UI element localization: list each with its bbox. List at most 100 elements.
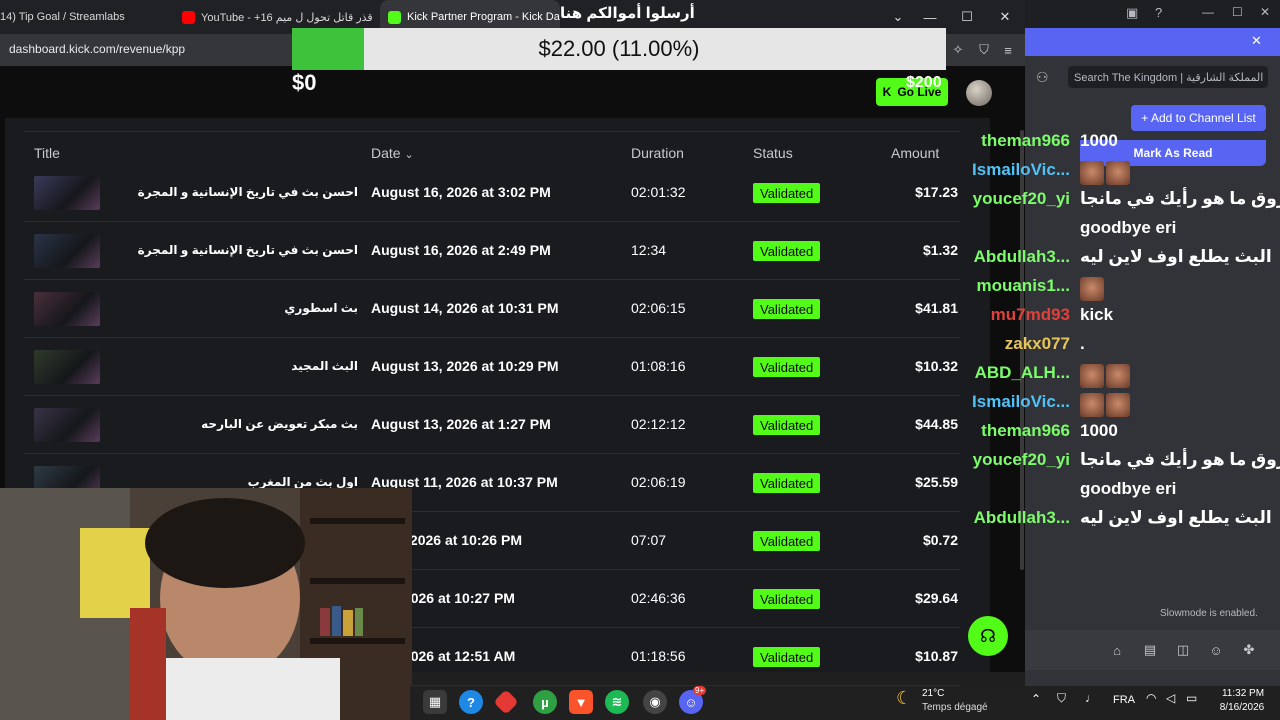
- status-badge: Validated: [753, 357, 821, 377]
- stream-date: August 16, 2026 at 2:49 PM: [371, 242, 551, 258]
- status-badge: Validated: [753, 647, 821, 667]
- chat-username[interactable]: Abdullah3...: [970, 247, 1070, 267]
- headset-support-icon[interactable]: ☊: [968, 616, 1008, 656]
- stream-amount: $17.23: [915, 184, 958, 200]
- column-date[interactable]: Date ⌄: [371, 145, 414, 161]
- wifi-icon[interactable]: ◠: [1146, 691, 1156, 705]
- sticker-icon[interactable]: ◫: [1172, 640, 1194, 660]
- status-badge: Validated: [753, 531, 821, 551]
- store-icon[interactable]: ▦: [423, 690, 447, 714]
- utorrent-icon[interactable]: µ: [533, 690, 557, 714]
- close-icon[interactable]: ✕: [1260, 5, 1270, 19]
- chat-username[interactable]: IsmailoVic...: [970, 392, 1070, 412]
- add-to-channel-list-button[interactable]: + Add to Channel List: [1131, 105, 1266, 131]
- stream-date: August 16, 2026 at 3:02 PM: [371, 184, 551, 200]
- members-icon[interactable]: ⚇: [1036, 69, 1049, 86]
- column-status[interactable]: Status: [753, 145, 793, 161]
- stream-thumbnail[interactable]: [34, 408, 100, 442]
- sparkle-icon[interactable]: ✧: [948, 40, 968, 60]
- battery-icon[interactable]: ▭: [1186, 691, 1197, 705]
- stream-amount: $25.59: [915, 474, 958, 490]
- tab-label: (15) اقذر قاتل تحول ل ميم 16+ - YouTube: [201, 11, 372, 24]
- status-badge: Validated: [753, 299, 821, 319]
- vpn-icon[interactable]: ⛉: [1057, 691, 1066, 706]
- chat-username[interactable]: youcef20_yi: [970, 189, 1070, 209]
- emote-icon: [1080, 364, 1104, 388]
- status-badge: Validated: [753, 241, 821, 261]
- tab-label: 14) Tip Goal / Streamlabs: [0, 11, 125, 23]
- stream-duration: 12:34: [631, 242, 667, 258]
- chat-username[interactable]: zakx077: [970, 334, 1070, 354]
- maximize-icon[interactable]: ☐: [1232, 5, 1243, 19]
- emote-icon: [1106, 364, 1130, 388]
- gif-icon[interactable]: ▤: [1139, 640, 1161, 660]
- volume-icon[interactable]: ◁: [1166, 691, 1175, 705]
- status-badge: Validated: [753, 473, 821, 493]
- brave-icon[interactable]: ▼: [569, 690, 593, 714]
- status-badge: Validated: [753, 589, 821, 609]
- close-icon[interactable]: ✕: [1251, 33, 1262, 49]
- stream-amount: $1.32: [922, 242, 958, 258]
- search-input[interactable]: Search The Kingdom | المملكة الشارقية: [1068, 66, 1268, 88]
- maximize-button[interactable]: ☐: [955, 6, 979, 28]
- stream-amount: $41.81: [915, 300, 958, 316]
- chat-username[interactable]: ABD_ALH...: [970, 363, 1070, 383]
- chevron-down-icon: ⌄: [404, 149, 414, 161]
- minimize-icon[interactable]: —: [1202, 5, 1214, 19]
- emoji-icon[interactable]: ☺: [1205, 640, 1227, 660]
- stream-duration: 02:46:36: [631, 590, 686, 606]
- chevron-down-icon[interactable]: ⌄: [886, 6, 910, 28]
- stream-thumbnail[interactable]: [34, 234, 100, 268]
- column-amount[interactable]: Amount: [891, 145, 939, 161]
- chevron-up-icon[interactable]: ⌃: [1031, 692, 1041, 706]
- column-duration[interactable]: Duration: [631, 145, 684, 161]
- shield-icon[interactable]: ⛉: [974, 40, 994, 60]
- chat-username[interactable]: youcef20_yi: [970, 450, 1070, 470]
- chat-username[interactable]: mu7md93: [970, 305, 1070, 325]
- webcam-feed: [0, 488, 412, 720]
- chat-username[interactable]: IsmailoVic...: [970, 160, 1070, 180]
- stream-title: البث المجيد: [291, 359, 358, 373]
- stream-title: احسن بث في تاريخ الإنسانية و المجرة: [137, 243, 358, 257]
- webcam-image: [0, 488, 412, 720]
- inbox-icon[interactable]: ▣: [1126, 5, 1138, 21]
- tab-streamlabs[interactable]: 14) Tip Goal / Streamlabs: [0, 0, 170, 34]
- stream-duration: 02:12:12: [631, 416, 686, 432]
- chat-username[interactable]: theman966: [970, 131, 1070, 151]
- chat-username[interactable]: mouanis1...: [970, 276, 1070, 296]
- microphone-icon[interactable]: ♩: [1085, 691, 1097, 705]
- stream-duration: 07:07: [631, 532, 667, 548]
- stream-date: August 14, 2026 at 10:31 PM: [371, 300, 559, 316]
- stream-thumbnail[interactable]: [34, 292, 100, 326]
- chat-message: 1000: [1080, 131, 1118, 150]
- gift-icon[interactable]: ⌂: [1106, 640, 1128, 660]
- language-indicator[interactable]: FRA: [1113, 694, 1135, 706]
- obs-icon[interactable]: ◉: [643, 690, 667, 714]
- chat-message: فاروق ما هو رأيك في مانجا: [1080, 189, 1280, 208]
- minimize-button[interactable]: —: [918, 6, 942, 28]
- slowmode-notice: Slowmode is enabled.: [1160, 608, 1258, 619]
- stream-thumbnail[interactable]: [34, 350, 100, 384]
- help-icon[interactable]: ?: [1155, 5, 1162, 20]
- weather-status[interactable]: Temps dégagé: [922, 702, 988, 713]
- close-button[interactable]: ✕: [993, 6, 1017, 28]
- stream-thumbnail[interactable]: [34, 176, 100, 210]
- temperature[interactable]: 21°C: [922, 688, 944, 699]
- dashboard-topnav: [0, 66, 1025, 118]
- clock[interactable]: 11:32 PM: [1218, 688, 1268, 699]
- tip-goal-text: $22.00 (11.00%): [538, 36, 700, 61]
- url-input[interactable]: dashboard.kick.com/revenue/kpp: [9, 42, 185, 56]
- spotify-icon[interactable]: ≋: [605, 690, 629, 714]
- date[interactable]: 8/16/2026: [1212, 702, 1272, 713]
- column-title[interactable]: Title: [34, 145, 60, 161]
- menu-icon[interactable]: ≡: [998, 40, 1018, 60]
- apps-icon[interactable]: ✤: [1238, 640, 1260, 660]
- chat-username[interactable]: theman966: [970, 421, 1070, 441]
- chat-username[interactable]: Abdullah3...: [970, 508, 1070, 528]
- chat-message: البث يطلع اوف لاين ليه: [1080, 247, 1272, 266]
- emote-icon: [1080, 393, 1104, 417]
- youtube-icon: [182, 10, 195, 24]
- stream-duration: 01:08:16: [631, 358, 686, 374]
- help-icon[interactable]: ?: [459, 690, 483, 714]
- avatar[interactable]: [966, 80, 992, 106]
